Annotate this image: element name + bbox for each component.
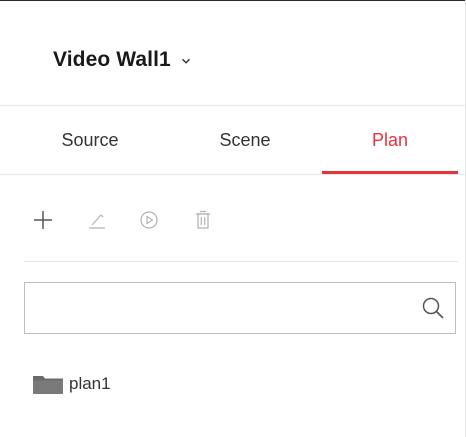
folder-icon	[33, 376, 63, 394]
panel-header: Video Wall1	[0, 1, 465, 106]
active-tab-indicator	[322, 171, 458, 174]
delete-icon	[196, 210, 210, 229]
video-wall-selector[interactable]: Video Wall1	[53, 48, 191, 72]
toolbar-divider	[24, 261, 458, 262]
tab-scene[interactable]: Scene	[170, 106, 320, 174]
tab-source[interactable]: Source	[20, 106, 160, 174]
edit-icon	[89, 214, 105, 229]
tab-bar: Source Scene Plan	[0, 106, 465, 175]
video-wall-panel: Video Wall1 Source Scene Plan plan1	[0, 0, 466, 437]
plan-tree-item-label: plan1	[69, 374, 111, 393]
chevron-down-icon	[181, 58, 190, 64]
plan-toolbar	[28, 200, 228, 240]
add-icon	[34, 211, 52, 229]
delete-plan-button[interactable]	[188, 200, 218, 240]
video-wall-title: Video Wall1	[53, 48, 171, 71]
tab-plan[interactable]: Plan	[322, 106, 458, 174]
plan-tree-item[interactable]: plan1	[32, 369, 111, 399]
play-icon	[140, 211, 158, 229]
add-plan-button[interactable]	[28, 200, 58, 240]
search-icon[interactable]	[421, 296, 445, 320]
search-input[interactable]	[25, 283, 405, 333]
search-box	[24, 282, 456, 334]
play-plan-button[interactable]	[134, 200, 164, 240]
edit-plan-button[interactable]	[82, 200, 112, 240]
